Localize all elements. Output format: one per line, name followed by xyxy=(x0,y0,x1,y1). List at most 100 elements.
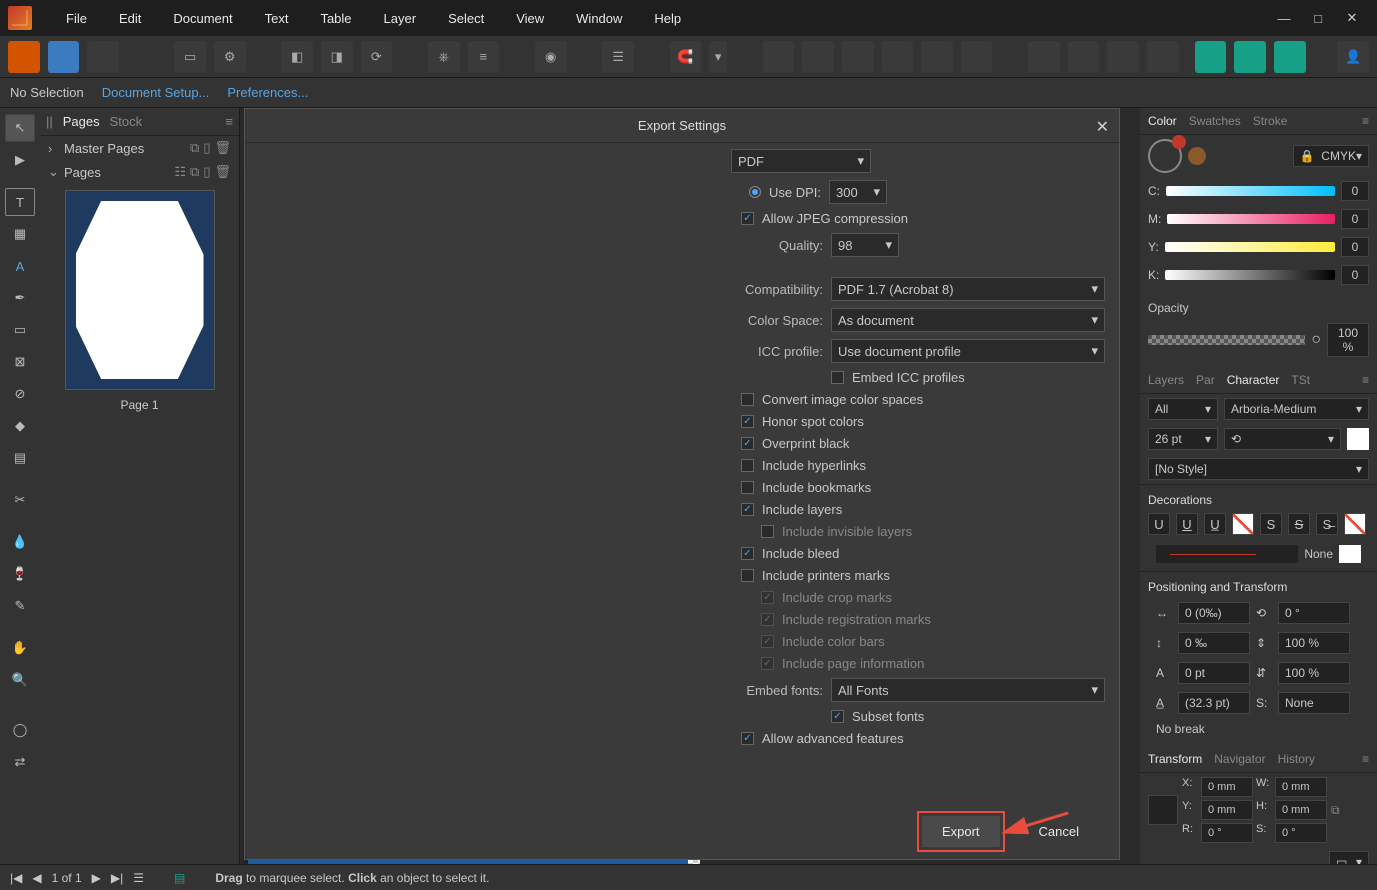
align-right-icon[interactable] xyxy=(842,41,874,73)
c-value[interactable]: 0 xyxy=(1341,181,1369,201)
fill-stroke-swatch-icon[interactable] xyxy=(1148,139,1182,173)
toolbar-snap-icon[interactable]: 🧲 xyxy=(670,41,702,73)
leading-field[interactable]: (32.3 pt) xyxy=(1178,692,1250,714)
export-button[interactable]: Export xyxy=(922,816,1000,847)
move-tool-icon[interactable]: ↖ xyxy=(5,114,35,142)
last-page-icon[interactable]: ▶| xyxy=(111,871,123,885)
swap-icon[interactable]: ⇄ xyxy=(5,748,35,776)
menu-help[interactable]: Help xyxy=(638,0,697,36)
embed-icc-checkbox[interactable] xyxy=(831,371,844,384)
text-color-swatch[interactable] xyxy=(1347,428,1369,450)
tab-history[interactable]: History xyxy=(1278,752,1315,766)
opacity-value[interactable]: 100 % xyxy=(1327,323,1369,357)
view-list-icon[interactable]: ☰ xyxy=(133,871,144,885)
no-underline-icon[interactable] xyxy=(1232,513,1254,535)
toolbar-snap-dropdown-icon[interactable]: ▾ xyxy=(709,41,727,73)
x-field[interactable]: 0 mm xyxy=(1201,777,1253,797)
k-slider[interactable] xyxy=(1165,270,1335,280)
picker-tool-icon[interactable]: ✎ xyxy=(5,592,35,620)
k-value[interactable]: 0 xyxy=(1341,265,1369,285)
shape-tool-icon[interactable]: ◆ xyxy=(5,412,35,440)
allowjpeg-checkbox[interactable] xyxy=(741,212,754,225)
toolbar-sync-icon[interactable]: ⟳ xyxy=(361,41,393,73)
font-size-select[interactable]: 26 pt▾ xyxy=(1148,428,1218,450)
persona-photo-icon[interactable] xyxy=(87,41,119,73)
hand-tool-icon[interactable]: ✋ xyxy=(5,634,35,662)
tab-stroke[interactable]: Stroke xyxy=(1253,114,1288,128)
usedpi-radio[interactable] xyxy=(749,186,761,198)
menu-text[interactable]: Text xyxy=(249,0,305,36)
c-slider[interactable] xyxy=(1166,186,1335,196)
s-field[interactable]: 0 ° xyxy=(1275,823,1327,843)
underline2-icon[interactable]: U̲ xyxy=(1204,513,1226,535)
advanced-checkbox[interactable] xyxy=(741,732,754,745)
shear-field[interactable]: 0 ° xyxy=(1278,602,1350,624)
minimize-icon[interactable]: — xyxy=(1275,9,1293,27)
w-field[interactable]: 0 mm xyxy=(1275,777,1327,797)
artistic-text-tool-icon[interactable]: A xyxy=(5,252,35,280)
strike-icon[interactable]: S xyxy=(1260,513,1282,535)
zoom-tool-icon[interactable]: 🔍 xyxy=(5,666,35,694)
pen-tool-icon[interactable]: ✒ xyxy=(5,284,35,312)
quality-select[interactable]: 98▾ xyxy=(831,233,899,257)
menu-edit[interactable]: Edit xyxy=(103,0,157,36)
strike3-icon[interactable]: S̶ xyxy=(1316,513,1338,535)
asset-tool-icon[interactable]: ▤ xyxy=(5,444,35,472)
transform-menu-icon[interactable]: ≡ xyxy=(1362,752,1369,766)
m-slider[interactable] xyxy=(1167,214,1335,224)
font-style-select[interactable]: ⟲▾ xyxy=(1224,428,1341,450)
arrange-4-icon[interactable] xyxy=(1147,41,1179,73)
tab-tst[interactable]: TSt xyxy=(1291,373,1310,387)
hyper-checkbox[interactable] xyxy=(741,459,754,472)
y-slider[interactable] xyxy=(1165,242,1335,252)
context-docsetup[interactable]: Document Setup... xyxy=(102,85,210,100)
honor-checkbox[interactable] xyxy=(741,415,754,428)
lang-field[interactable]: None xyxy=(1278,692,1350,714)
tracking-field[interactable]: 0 (0‰) xyxy=(1178,602,1250,624)
crop-tool-icon[interactable]: ✂ xyxy=(5,486,35,514)
blank-icon[interactable]: ▯ xyxy=(203,140,210,156)
align-bottom-icon[interactable] xyxy=(961,41,993,73)
layers-checkbox[interactable] xyxy=(741,503,754,516)
toolbar-anchor-icon[interactable]: ⎈ xyxy=(428,41,460,73)
menu-document[interactable]: Document xyxy=(157,0,248,36)
cancel-button[interactable]: Cancel xyxy=(1019,816,1099,847)
h-field[interactable]: 0 mm xyxy=(1275,800,1327,820)
toolbar-stack-icon[interactable]: ≡ xyxy=(468,41,500,73)
tab-color[interactable]: Color xyxy=(1148,114,1177,128)
overprint-checkbox[interactable] xyxy=(741,437,754,450)
persona-designer-icon[interactable] xyxy=(48,41,80,73)
account-icon[interactable]: 👤 xyxy=(1337,41,1369,73)
fill-tool-icon[interactable]: 💧 xyxy=(5,528,35,556)
baseline-field[interactable]: 0 pt xyxy=(1178,662,1250,684)
tab-stock[interactable]: Stock xyxy=(110,114,143,129)
maximize-icon[interactable]: □ xyxy=(1309,9,1327,27)
spread-icon[interactable]: ☷ xyxy=(174,164,186,180)
align-top-icon[interactable] xyxy=(882,41,914,73)
y-value[interactable]: 0 xyxy=(1341,237,1369,257)
printers-checkbox[interactable] xyxy=(741,569,754,582)
double-underline-icon[interactable]: U xyxy=(1176,513,1198,535)
align-center-icon[interactable] xyxy=(802,41,834,73)
trash2-icon[interactable]: 🗑 xyxy=(214,164,231,180)
toolbar-lock-icon[interactable]: ◨ xyxy=(321,41,353,73)
tab-character[interactable]: Character xyxy=(1227,373,1280,387)
r-field[interactable]: 0 ° xyxy=(1201,823,1253,843)
next-page-icon[interactable]: ▶ xyxy=(92,871,101,885)
ellipse-tool-icon[interactable]: ⊘ xyxy=(5,380,35,408)
context-prefs[interactable]: Preferences... xyxy=(227,85,308,100)
picture-frame-tool-icon[interactable]: ⊠ xyxy=(5,348,35,376)
blank2-icon[interactable]: ▯ xyxy=(203,164,210,180)
preflight-icon[interactable]: ▤ xyxy=(174,871,185,885)
toolbar-prefs-icon[interactable]: ⚙ xyxy=(214,41,246,73)
toolbar-doc-icon[interactable]: ▭ xyxy=(174,41,206,73)
anchor-grid[interactable] xyxy=(1148,795,1178,825)
align-left-icon[interactable] xyxy=(763,41,795,73)
tab-transform[interactable]: Transform xyxy=(1148,752,1202,766)
align-middle-icon[interactable] xyxy=(921,41,953,73)
font-collection-select[interactable]: All▾ xyxy=(1148,398,1218,420)
menu-window[interactable]: Window xyxy=(560,0,638,36)
embedfonts-select[interactable]: All Fonts▾ xyxy=(831,678,1105,702)
menu-file[interactable]: File xyxy=(50,0,103,36)
panel-menu-icon[interactable]: ≡ xyxy=(225,114,233,129)
